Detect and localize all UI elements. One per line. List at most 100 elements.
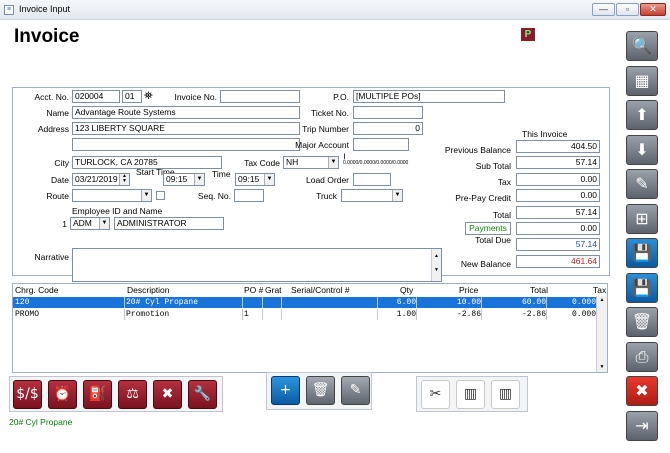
- tools-button[interactable]: ✖: [153, 380, 182, 409]
- search-button[interactable]: 🔍: [626, 31, 658, 61]
- propane-tanks-icon: ⛽: [88, 386, 107, 402]
- maximize-button[interactable]: ▫: [616, 3, 639, 16]
- save-button[interactable]: 💾: [626, 272, 658, 303]
- prepay-credit-label: Pre-Pay Credit: [455, 193, 511, 203]
- payments-value: 0.00: [516, 222, 600, 235]
- name-field[interactable]: Advantage Route Systems: [72, 106, 300, 119]
- acct-sub-field[interactable]: 01: [122, 90, 142, 103]
- column-header-po[interactable]: PO #: [244, 285, 263, 295]
- address2-field[interactable]: [72, 138, 300, 151]
- po-field[interactable]: [MULTIPLE POs]: [353, 90, 505, 103]
- route-checkbox[interactable]: [156, 191, 165, 200]
- invoice-no-label: Invoice No.: [174, 92, 217, 102]
- exit-button[interactable]: ⇥: [626, 410, 658, 441]
- save-new-button[interactable]: 💾: [626, 238, 658, 268]
- column-header-description[interactable]: Description: [127, 285, 170, 295]
- invoice-no-field[interactable]: [220, 90, 300, 103]
- scroll-down-icon[interactable]: ▼: [597, 363, 607, 372]
- route-label: Route: [46, 191, 69, 201]
- add-line-button[interactable]: +: [271, 376, 300, 405]
- alarm-clock-icon: ⏰: [53, 386, 72, 402]
- propane-tanks-button[interactable]: ⛽: [83, 380, 112, 409]
- cancel-button[interactable]: ✖: [626, 376, 658, 406]
- alarm-clock-button[interactable]: ⏰: [48, 380, 77, 409]
- date-label: Date: [51, 175, 69, 185]
- city-label: City: [54, 158, 69, 168]
- cut-ticket-icon: ✂: [429, 386, 442, 402]
- major-account-label: Major Account: [295, 140, 349, 150]
- address-field[interactable]: 123 LIBERTY SQUARE: [72, 122, 300, 135]
- column-header-total[interactable]: Total: [530, 285, 548, 295]
- payments-button[interactable]: Payments: [465, 222, 511, 235]
- column-header-grat[interactable]: Grat: [265, 285, 282, 295]
- employee-name-field[interactable]: ADMINISTRATOR: [114, 217, 224, 230]
- start-time-select[interactable]: 09:15 ▼: [163, 173, 205, 186]
- new-document-button[interactable]: ⊞: [626, 203, 658, 234]
- wrench-plug-icon: 🔧: [193, 386, 212, 402]
- chevron-down-icon: ▼: [328, 157, 338, 168]
- pencil-button[interactable]: ✎: [626, 169, 658, 199]
- ticket-no-field[interactable]: [353, 106, 423, 119]
- total-due-value: 57.14: [516, 238, 600, 251]
- load-order-field[interactable]: [353, 173, 391, 186]
- sub-total-value: 57.14: [516, 156, 600, 169]
- grid-list-button[interactable]: ▦: [626, 65, 658, 96]
- delete-line-button[interactable]: 🗑: [306, 376, 335, 405]
- minimize-button[interactable]: —: [592, 3, 615, 16]
- address-label: Address: [37, 124, 69, 134]
- spin-icon[interactable]: ▲ ▼: [119, 174, 129, 185]
- tax-code-select[interactable]: NH ▼: [283, 156, 339, 169]
- grid-scrollbar[interactable]: ▲ ▼: [596, 296, 607, 372]
- employee-id-select[interactable]: ADM ▼: [70, 217, 110, 230]
- edit-line-button[interactable]: ✎: [341, 376, 370, 405]
- cut-ticket-button[interactable]: ✂: [421, 380, 450, 409]
- chevron-down-icon: ▼: [141, 190, 151, 201]
- date-field[interactable]: 03/21/2019 ▲ ▼: [72, 173, 130, 186]
- currency-charge-button[interactable]: $/$: [13, 380, 42, 409]
- tax-code-label: Tax Code: [244, 158, 280, 168]
- column-header-tax[interactable]: Tax: [593, 285, 606, 295]
- wrench-plug-button[interactable]: 🔧: [188, 380, 217, 409]
- edit-line-icon: ✎: [349, 382, 362, 398]
- chevron-down-icon: ▼: [99, 218, 109, 229]
- barcode-remove-button[interactable]: ▥: [491, 380, 520, 409]
- acct-no-field[interactable]: 020004: [72, 90, 120, 103]
- route-select[interactable]: ▼: [72, 189, 152, 202]
- table-row[interactable]: 120 20# Cyl Propane 6.00 10.00 60.00 0.0…: [13, 297, 597, 308]
- column-header-qty[interactable]: Qty: [400, 285, 413, 295]
- arrow-up-icon: ⬆: [635, 105, 649, 124]
- seq-no-field[interactable]: [234, 189, 264, 202]
- cell-grat: [264, 297, 282, 308]
- cell-serial: [283, 297, 378, 308]
- column-header-chrg-code[interactable]: Chrg. Code: [15, 285, 58, 295]
- trip-number-field[interactable]: 0: [353, 122, 423, 135]
- binoculars-icon[interactable]: ⛯: [144, 90, 153, 103]
- cell-qty: 1.00: [379, 309, 417, 320]
- cell-serial: [283, 309, 378, 320]
- tax-rates-value: 0.0000/0.0000/0.0000/0.0000: [343, 160, 409, 166]
- load-order-label: Load Order: [306, 175, 349, 185]
- trash-button[interactable]: 🗑: [626, 307, 658, 337]
- time-select[interactable]: 09:15 ▼: [235, 173, 275, 186]
- barcode-button[interactable]: ▥: [456, 380, 485, 409]
- cell-grat: [264, 309, 282, 320]
- truck-select[interactable]: ▼: [341, 189, 403, 202]
- scale-icon: ⚖: [126, 386, 139, 402]
- new-balance-value: 461.64: [516, 255, 600, 268]
- column-header-price[interactable]: Price: [459, 285, 478, 295]
- scroll-up-icon[interactable]: ▲: [597, 296, 607, 305]
- table-row[interactable]: PROMO Promotion 1 1.00 -2.86 -2.86 0.000: [13, 309, 597, 320]
- major-account-field[interactable]: [353, 138, 409, 151]
- page-title: Invoice: [14, 26, 80, 47]
- arrow-up-button[interactable]: ⬆: [626, 100, 658, 130]
- scale-button[interactable]: ⚖: [118, 380, 147, 409]
- barcode-icon: ▥: [463, 386, 478, 402]
- prepay-credit-value: 0.00: [516, 189, 600, 202]
- narrative-textarea[interactable]: [72, 248, 442, 282]
- column-header-serial[interactable]: Serial/Control #: [291, 285, 350, 295]
- currency-charge-icon: $/$: [16, 386, 39, 402]
- sub-total-label: Sub Total: [475, 161, 511, 171]
- close-button[interactable]: ✕: [640, 3, 666, 16]
- arrow-down-button[interactable]: ⬇: [626, 134, 658, 165]
- print-button[interactable]: ⎙: [626, 341, 658, 372]
